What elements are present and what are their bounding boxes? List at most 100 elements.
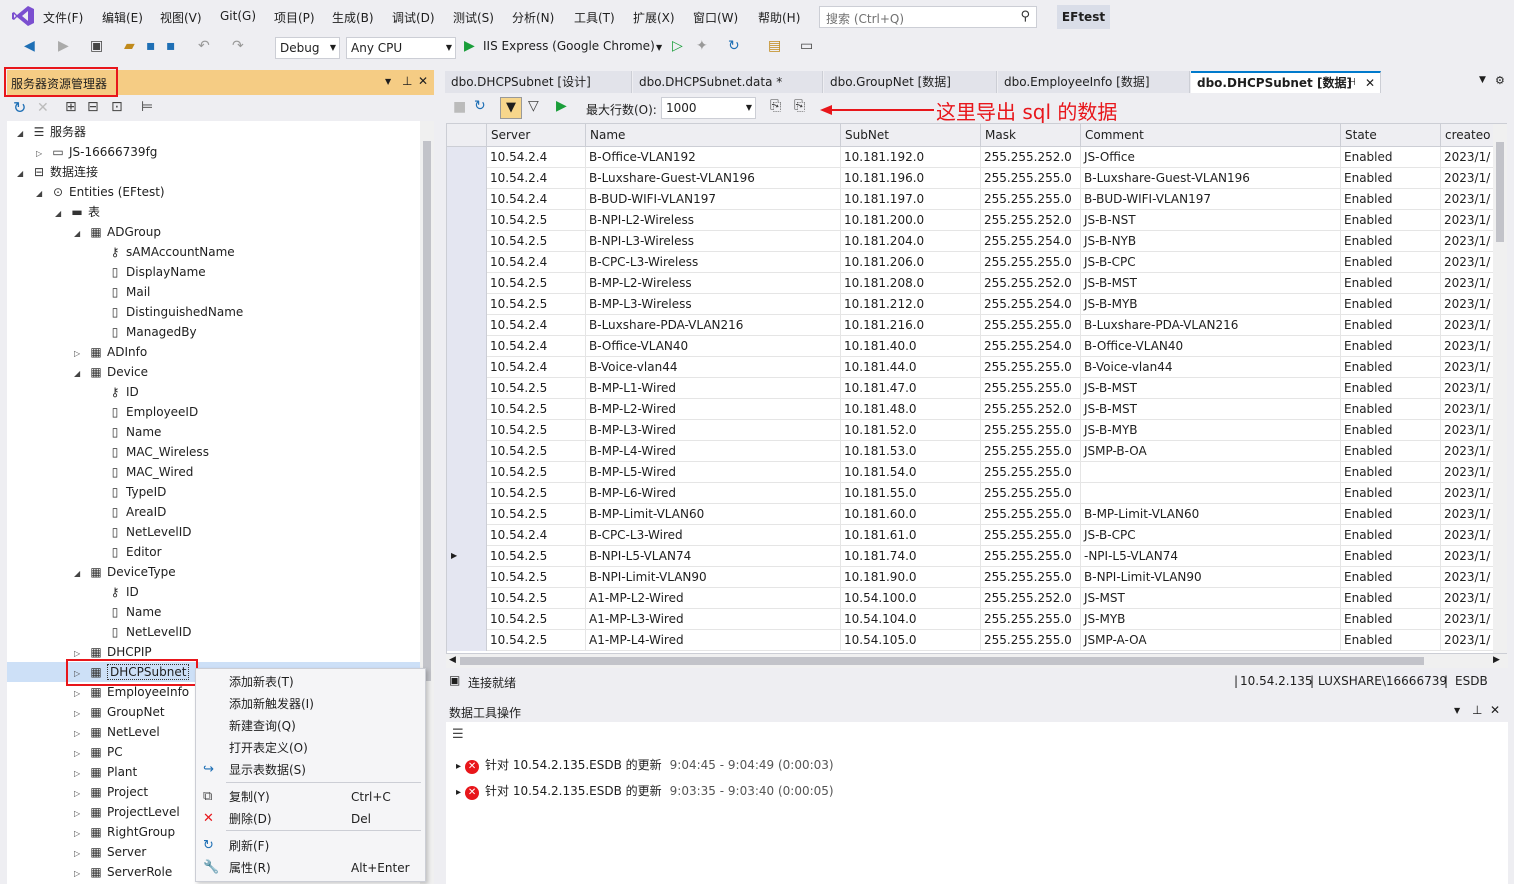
search-input[interactable]: 搜索 (Ctrl+Q) ⚲ (819, 6, 1037, 28)
column-header[interactable]: Server (487, 124, 586, 147)
table-cell[interactable]: 10.181.216.0 (841, 315, 981, 336)
row-header[interactable] (447, 231, 487, 252)
tree-node[interactable]: ▷ ▦ Plant (74, 762, 137, 782)
run-icon[interactable]: ▶ (464, 38, 475, 54)
table-cell[interactable]: 255.255.255.0 (981, 630, 1081, 651)
table-cell[interactable]: 255.255.255.0 (981, 252, 1081, 273)
tree-node[interactable]: ▷ ▦ RightGroup (74, 822, 175, 842)
table-row[interactable]: 10.54.2.4 B-CPC-L3-Wired 10.181.61.0 255.25… (447, 525, 1506, 546)
table-cell[interactable]: 255.255.252.0 (981, 147, 1081, 168)
table-cell[interactable]: 255.255.255.0 (981, 441, 1081, 462)
table-cell[interactable]: 10.181.90.0 (841, 567, 981, 588)
toolbar-options-icon[interactable]: ▭ (800, 38, 813, 54)
close-icon[interactable]: ✕ (418, 74, 428, 88)
column-header[interactable]: Mask (981, 124, 1081, 147)
table-cell[interactable]: 10.54.2.5 (487, 420, 586, 441)
tree-node[interactable]: ◢ ▦ DeviceType (74, 562, 176, 582)
menu-item[interactable]: 帮助(H) (758, 9, 800, 26)
table-cell[interactable]: 255.255.255.0 (981, 546, 1081, 567)
stop-query-icon[interactable]: ■ (453, 99, 466, 115)
output-dropdown-icon[interactable]: ▼ (1454, 706, 1460, 715)
refresh-browser-icon[interactable]: ↻ (728, 38, 740, 54)
row-header[interactable] (447, 273, 487, 294)
document-tab[interactable]: dbo.DHCPSubnet.data * (633, 71, 823, 93)
table-cell[interactable]: Enabled (1341, 609, 1441, 630)
tree-node[interactable]: ▷ ▭ JS-16666739fg (36, 142, 157, 162)
grid-horizontal-scrollbar-thumb[interactable] (460, 657, 1424, 665)
save-all-icon[interactable]: ▪ (166, 38, 176, 54)
table-cell[interactable]: Enabled (1341, 189, 1441, 210)
table-cell[interactable]: JS-MST (1081, 588, 1341, 609)
table-cell[interactable]: 10.54.104.0 (841, 609, 981, 630)
table-cell[interactable]: JSMP-B-OA (1081, 441, 1341, 462)
table-cell[interactable]: JS-B-NST (1081, 210, 1341, 231)
table-cell[interactable]: 10.54.2.5 (487, 609, 586, 630)
document-tab[interactable]: dbo.EmployeeInfo [数据] (998, 71, 1190, 93)
table-cell[interactable]: JS-B-NYB (1081, 231, 1341, 252)
table-cell[interactable] (1081, 483, 1341, 504)
table-cell[interactable]: 10.54.2.5 (487, 441, 586, 462)
expand-toggle-icon[interactable]: ▷ (74, 744, 88, 764)
expand-toggle-icon[interactable]: ◢ (17, 124, 31, 144)
table-cell[interactable]: JS-B-MST (1081, 273, 1341, 294)
table-cell[interactable]: 10.54.2.5 (487, 273, 586, 294)
output-pin-icon[interactable]: ⊥ (1472, 703, 1482, 717)
table-cell[interactable]: 2023/1/ (1441, 378, 1501, 399)
panel-dropdown-icon[interactable]: ▼ (385, 77, 391, 86)
row-header[interactable] (447, 399, 487, 420)
table-cell[interactable]: JS-B-CPC (1081, 525, 1341, 546)
table-cell[interactable]: 10.54.2.5 (487, 378, 586, 399)
table-cell[interactable]: 255.255.252.0 (981, 210, 1081, 231)
tree-node[interactable]: ◢ ☰ 服务器 (17, 122, 86, 142)
context-menu-item[interactable]: ✕ 删除(D) Del (196, 808, 425, 830)
tree-node[interactable]: ▯ Mail (93, 282, 151, 302)
table-cell[interactable]: 10.181.40.0 (841, 336, 981, 357)
menu-item[interactable]: 文件(F) (43, 9, 83, 26)
table-row[interactable]: 10.54.2.5 B-MP-Limit-VLAN60 10.181.60.0 255… (447, 504, 1506, 525)
script-export-file-icon[interactable]: ⎘ (794, 98, 805, 114)
menu-item[interactable]: 分析(N) (512, 9, 554, 26)
tree-node[interactable]: ▯ Name (93, 602, 162, 622)
context-menu-item[interactable]: ↻ 刷新(F) (196, 835, 425, 857)
expand-toggle-icon[interactable]: ▷ (74, 804, 88, 824)
tree-node[interactable]: ⚷ sAMAccountName (93, 242, 235, 262)
table-cell[interactable]: 2023/1/ (1441, 231, 1501, 252)
row-header[interactable] (447, 294, 487, 315)
table-cell[interactable]: 10.181.47.0 (841, 378, 981, 399)
table-cell[interactable]: 10.54.100.0 (841, 588, 981, 609)
table-cell[interactable]: 10.181.200.0 (841, 210, 981, 231)
table-row[interactable]: 10.54.2.5 B-MP-L2-Wired 10.181.48.0 255.255… (447, 399, 1506, 420)
table-row[interactable]: 10.54.2.5 B-MP-L6-Wired 10.181.55.0 255.255… (447, 483, 1506, 504)
menu-item[interactable]: 工具(T) (574, 9, 615, 26)
table-cell[interactable]: 2023/1/ (1441, 609, 1501, 630)
row-header[interactable] (447, 252, 487, 273)
tab-pin-icon[interactable]: ⊣ (1347, 73, 1356, 93)
table-row[interactable]: 10.54.2.5 B-MP-L2-Wireless 10.181.208.0 255… (447, 273, 1506, 294)
sort-filter-icon[interactable]: ▽ (528, 98, 539, 114)
table-cell[interactable]: B-Office-VLAN40 (1081, 336, 1341, 357)
column-header[interactable]: Comment (1081, 124, 1341, 147)
table-cell[interactable]: JSMP-A-OA (1081, 630, 1341, 651)
table-cell[interactable]: A1-MP-L3-Wired (586, 609, 841, 630)
tree-node[interactable]: ⚷ ID (93, 382, 139, 402)
table-cell[interactable]: 255.255.252.0 (981, 588, 1081, 609)
table-cell[interactable]: 2023/1/ (1441, 168, 1501, 189)
table-cell[interactable]: 255.255.255.0 (981, 609, 1081, 630)
tree-node[interactable]: ▯ MAC_Wired (93, 462, 194, 482)
table-cell[interactable]: 255.255.255.0 (981, 462, 1081, 483)
table-cell[interactable]: 2023/1/ (1441, 588, 1501, 609)
row-header[interactable]: ▶ (447, 546, 487, 567)
table-cell[interactable]: 255.255.255.0 (981, 504, 1081, 525)
run-target-button[interactable]: IIS Express (Google Chrome) (483, 39, 655, 53)
output-close-icon[interactable]: ✕ (1490, 703, 1500, 717)
table-cell[interactable]: A1-MP-L4-Wired (586, 630, 841, 651)
table-cell[interactable]: B-MP-L5-Wired (586, 462, 841, 483)
table-row[interactable]: 10.54.2.5 A1-MP-L4-Wired 10.54.105.0 255.25… (447, 630, 1506, 651)
table-cell[interactable]: Enabled (1341, 525, 1441, 546)
max-rows-select[interactable]: 1000 ▼ (661, 97, 756, 119)
tree-node[interactable]: ▷ ▦ PC (74, 742, 123, 762)
menu-item[interactable]: 项目(P) (274, 9, 315, 26)
table-cell[interactable]: 10.181.204.0 (841, 231, 981, 252)
output-item[interactable]: ▸ ✕ 针对 10.54.2.135.ESDB 的更新 9:03:35 - 9:03:… (456, 782, 834, 800)
expand-toggle-icon[interactable]: ▷ (74, 824, 88, 844)
